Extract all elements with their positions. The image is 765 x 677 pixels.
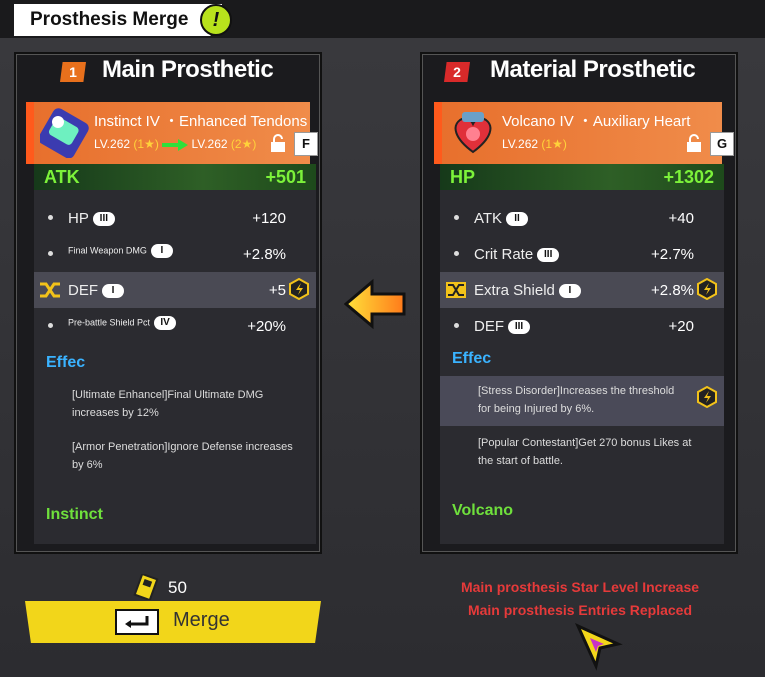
merge-button-label: Merge <box>173 609 230 631</box>
panel-number-badge: 2 <box>444 62 470 82</box>
item-name: Instinct IV ・Enhanced Tendons <box>94 113 308 130</box>
stat-label: Extra Shield <box>474 282 555 299</box>
stats-panel: ATK +501 HP III +120 Final Weapon DMG I +2… <box>34 164 316 544</box>
swap-icon <box>446 282 466 298</box>
merge-button[interactable]: Merge <box>25 601 321 643</box>
cost-value: 50 <box>168 578 187 597</box>
tier-badge: II <box>506 212 529 227</box>
level: LV.262 <box>502 137 539 151</box>
title-bar: Prosthesis Merge ! <box>0 0 765 38</box>
star-to: (2 <box>230 137 242 151</box>
panel-number-badge: 1 <box>60 62 86 82</box>
stats-panel: HP +1302 ATK II +40 Crit Rate III +2.7% Ex… <box>440 164 724 544</box>
stat-value: +120 <box>252 210 286 227</box>
prosthetic-heart-icon <box>454 112 492 154</box>
stat-label: HP <box>68 210 89 227</box>
effect-text: [Ultimate Enhancel]Final Ultimate DMG in… <box>72 389 264 419</box>
stat-row: ATK II +40 <box>440 200 724 236</box>
lock-key-hint[interactable]: F <box>294 132 318 156</box>
stat-label: Final Weapon DMG <box>68 245 147 256</box>
stat-value: +2.8% <box>243 246 286 263</box>
window-title: Prosthesis Merge <box>14 4 222 36</box>
effect-title: Effec <box>452 350 492 367</box>
effect-text: [Stress Disorder]Increases the threshold… <box>478 385 675 415</box>
main-stat-value: +501 <box>265 167 306 187</box>
level-from: LV.262 <box>94 137 131 151</box>
set-title: Volcano <box>452 502 514 519</box>
effect-text: [Armor Penetration]Ignore Defense increa… <box>72 441 293 471</box>
stat-row: Pre-battle Shield Pct IV +20% <box>34 308 316 344</box>
hex-shield-icon <box>697 278 717 300</box>
note-entries-replaced: Main prosthesis Entries Replaced <box>467 602 693 618</box>
panel-title: Main Prosthetic <box>102 56 274 83</box>
level-upgrade: LV.262 (1★) LV.262 (2★) <box>94 137 256 151</box>
material-item-card[interactable]: Volcano IV ・Auxiliary Heart LV.262 (1★) … <box>434 102 734 164</box>
star: (1 <box>541 137 553 151</box>
main-stat-value: +1302 <box>663 167 714 187</box>
tier-badge: III <box>537 248 560 263</box>
main-stat-row: HP +1302 <box>440 164 724 190</box>
panel-header: 1 Main Prosthetic <box>16 54 320 92</box>
prosthetic-tendon-icon <box>40 108 89 158</box>
unlock-icon[interactable] <box>270 134 286 152</box>
tier-badge: III <box>508 320 530 335</box>
stat-row: Final Weapon DMG I +2.8% <box>34 236 316 272</box>
star-from: (1 <box>133 137 145 151</box>
main-stat-label: HP <box>450 167 476 187</box>
stat-row: Crit Rate III +2.7% <box>440 236 724 272</box>
merge-notes: Main prosthesis Star Level Increase Main… <box>420 576 740 622</box>
stat-label: Crit Rate <box>474 246 534 263</box>
unlock-icon[interactable] <box>686 134 702 152</box>
stat-value: +2.8% <box>651 282 694 299</box>
main-stat-row: ATK +501 <box>34 164 316 190</box>
stat-value: +40 <box>668 210 694 227</box>
lock-key-hint[interactable]: G <box>710 132 734 156</box>
merge-cost: 50 <box>132 574 212 600</box>
level-to: LV.262 <box>191 137 228 151</box>
star-icon: ★) <box>552 137 567 151</box>
panel-header: 2 Material Prosthetic <box>422 54 736 92</box>
note-star-increase: Main prosthesis Star Level Increase <box>460 579 700 595</box>
enter-key-icon <box>115 609 159 635</box>
effect-text: [Popular Contestant]Get 270 bonus Likes … <box>478 437 692 467</box>
set-title: Instinct <box>46 506 103 523</box>
tier-badge: I <box>150 244 173 258</box>
stat-row-replaced: Extra Shield I +2.8% <box>440 272 724 308</box>
stat-value: +2.7% <box>651 246 694 263</box>
star-icon: ★) <box>241 137 257 151</box>
stat-value: +20% <box>247 318 286 335</box>
material-chip-icon <box>133 574 159 600</box>
hex-shield-icon <box>697 386 717 408</box>
panel-title: Material Prosthetic <box>490 56 696 83</box>
tier-badge: III <box>92 212 115 227</box>
stat-label: ATK <box>474 210 503 227</box>
effect-title: Effec <box>46 354 86 371</box>
stat-row: HP III +120 <box>34 200 316 236</box>
main-stat-label: ATK <box>44 167 80 187</box>
pointer-cursor-icon <box>575 623 623 671</box>
stat-row: DEF III +20 <box>440 308 724 344</box>
stat-label: DEF <box>68 282 98 299</box>
star-icon: ★) <box>144 137 159 151</box>
alert-icon[interactable]: ! <box>200 4 232 36</box>
tier-badge: I <box>102 284 124 299</box>
stat-label: DEF <box>474 318 504 335</box>
material-prosthetic-panel: 2 Material Prosthetic Volcano IV ・Auxili… <box>420 52 738 554</box>
tier-badge: IV <box>154 316 177 330</box>
arrow-right-icon <box>162 138 189 151</box>
stat-value: +5 <box>268 282 286 299</box>
item-name: Volcano IV ・Auxiliary Heart <box>502 113 691 130</box>
merge-direction-arrow-icon <box>344 278 406 330</box>
stat-value: +20 <box>668 318 694 335</box>
item-level: LV.262 (1★) <box>502 137 567 151</box>
main-item-card[interactable]: Instinct IV ・Enhanced Tendons LV.262 (1★… <box>26 102 318 164</box>
hex-shield-icon <box>289 278 309 300</box>
stat-label: Pre-battle Shield Pct <box>68 317 151 328</box>
main-prosthetic-panel: 1 Main Prosthetic Instinct IV ・Enhanced … <box>14 52 322 554</box>
stat-row-replaced: DEF I +5 <box>34 272 316 308</box>
swap-icon <box>40 282 60 298</box>
tier-badge: I <box>558 284 581 299</box>
